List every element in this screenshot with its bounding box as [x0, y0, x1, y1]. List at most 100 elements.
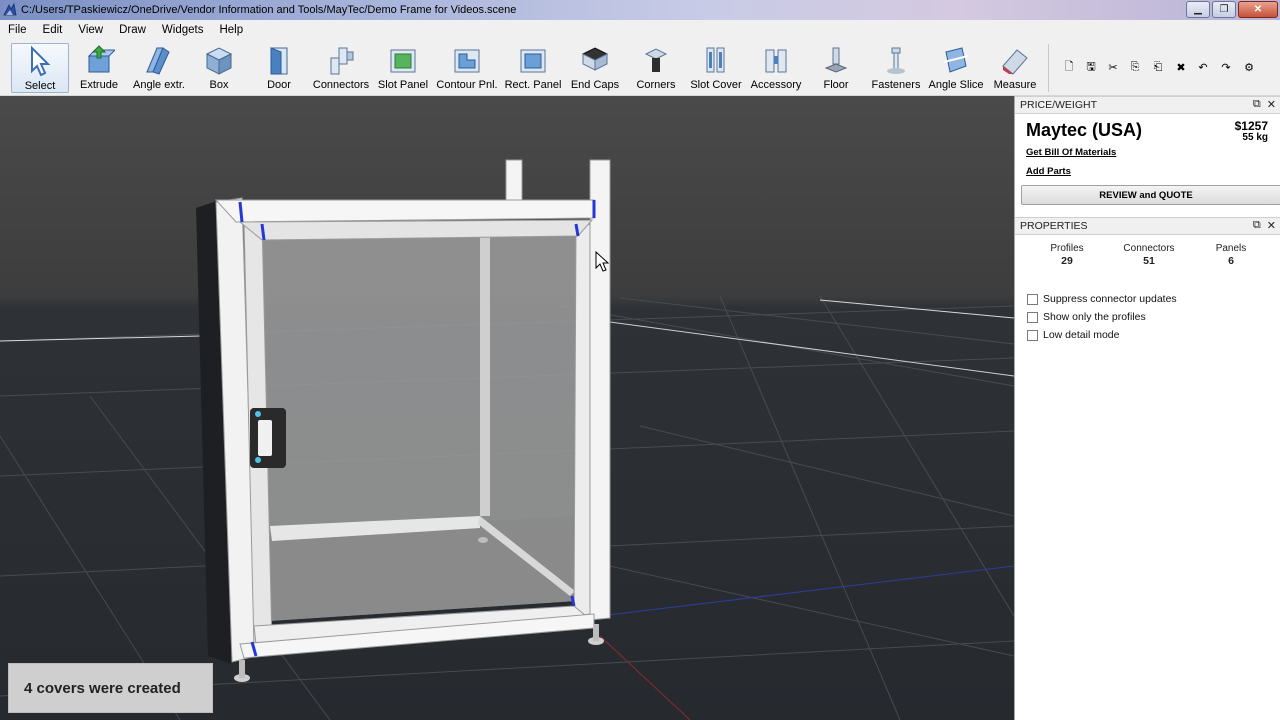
tool-floor[interactable]: Floor [816, 43, 856, 93]
save-icon: 🖫 [1086, 60, 1096, 73]
title-bar: C:/Users/TPaskiewicz/OneDrive/Vendor Inf… [0, 0, 1280, 20]
close-button[interactable]: ✕ [1238, 1, 1278, 18]
tool-contour-panel[interactable]: Contour Pnl. [436, 43, 498, 93]
option-suppress-connector-updates[interactable]: Suppress connector updates [1027, 293, 1177, 305]
slot-cover-icon [699, 43, 733, 77]
checkbox[interactable] [1027, 311, 1038, 323]
tool-door[interactable]: Door [256, 43, 302, 93]
angle-extrude-icon [142, 43, 176, 77]
stat-value: 29 [1061, 255, 1073, 267]
tool-rect-panel[interactable]: Rect. Panel [504, 43, 562, 93]
paste-button[interactable]: ⎗ [1149, 58, 1167, 76]
delete-icon: ✖ [1176, 61, 1186, 74]
tool-label: Contour Pnl. [436, 79, 498, 91]
review-and-quote-button[interactable]: REVIEW and QUOTE [1021, 185, 1280, 205]
tool-label: Box [209, 79, 229, 91]
checkbox[interactable] [1027, 293, 1038, 305]
cut-button[interactable]: ✂ [1104, 58, 1122, 76]
corners-icon [639, 43, 673, 77]
stat-label: Profiles [1050, 243, 1084, 254]
tool-slot-cover[interactable]: Slot Cover [690, 43, 742, 93]
redo-button[interactable]: ↷ [1217, 58, 1235, 76]
tool-label: Extrude [80, 79, 118, 91]
bill-of-materials-link[interactable]: Get Bill Of Materials [1026, 147, 1116, 158]
menu-view[interactable]: View [70, 20, 111, 40]
tool-angle-slice[interactable]: Angle Slice [928, 43, 984, 93]
option-show-only-profiles[interactable]: Show only the profiles [1027, 311, 1146, 323]
cut-icon: ✂ [1108, 61, 1118, 74]
menu-draw[interactable]: Draw [111, 20, 154, 40]
window-controls: ▁ ❐ ✕ [1186, 1, 1278, 18]
right-panel: PRICE/WEIGHT ⧉ ✕ Maytec (USA) $1257 55 k… [1014, 96, 1280, 720]
tool-label: Floor [823, 79, 849, 91]
tool-label: Measure [993, 79, 1037, 91]
tool-label: Slot Panel [377, 79, 429, 91]
close-panel-icon[interactable]: ✕ [1267, 219, 1276, 232]
toolbar: Select Extrude Angle extr. Box Door Conn… [0, 40, 1280, 96]
stat-value: 6 [1228, 255, 1234, 267]
minimize-button[interactable]: ▁ [1186, 1, 1210, 18]
tool-accessory[interactable]: Accessory [750, 43, 802, 93]
tool-box[interactable]: Box [197, 43, 241, 93]
tool-angle-extrude[interactable]: Angle extr. [132, 43, 186, 93]
aluminum-frame [196, 159, 611, 682]
undo-button[interactable]: ↶ [1194, 58, 1212, 76]
tool-connectors[interactable]: Connectors [313, 43, 369, 93]
tool-label: Accessory [750, 79, 802, 91]
option-label: Show only the profiles [1043, 311, 1146, 323]
total-price: $1257 [1234, 119, 1268, 133]
close-panel-icon[interactable]: ✕ [1267, 98, 1276, 111]
cursor-icon [23, 44, 57, 78]
menu-edit[interactable]: Edit [35, 20, 71, 40]
contour-panel-icon [450, 43, 484, 77]
float-panel-icon[interactable]: ⧉ [1253, 219, 1261, 232]
box-icon [202, 43, 236, 77]
new-file-button[interactable]: 🗋 [1060, 58, 1078, 76]
extrude-icon [82, 43, 116, 77]
price-weight-header: PRICE/WEIGHT ⧉ ✕ [1015, 96, 1280, 114]
checkbox[interactable] [1027, 329, 1038, 341]
tool-label: Angle extr. [133, 79, 185, 91]
properties-panel: Profiles 29 Connectors 51 Panels 6 Suppr… [1015, 235, 1280, 705]
properties-header: PROPERTIES ⧉ ✕ [1015, 217, 1280, 235]
tool-slot-panel[interactable]: Slot Panel [378, 43, 428, 93]
tool-fasteners[interactable]: Fasteners [871, 43, 921, 93]
menu-file[interactable]: File [0, 20, 35, 40]
add-parts-link[interactable]: Add Parts [1026, 166, 1071, 177]
settings-button[interactable]: ⚙ [1240, 58, 1258, 76]
option-label: Suppress connector updates [1043, 293, 1177, 305]
menu-bar: File Edit View Draw Widgets Help [0, 20, 1280, 40]
paste-icon: ⎗ [1153, 60, 1163, 73]
scene-render [0, 159, 1014, 720]
float-panel-icon[interactable]: ⧉ [1253, 98, 1261, 111]
rect-panel-icon [516, 43, 550, 77]
vendor-name: Maytec (USA) [1026, 120, 1143, 140]
fasteners-icon [879, 43, 913, 77]
tool-select[interactable]: Select [11, 43, 69, 93]
settings-icon: ⚙ [1244, 61, 1254, 74]
accessory-icon [759, 43, 793, 77]
undo-icon: ↶ [1198, 61, 1208, 74]
angle-slice-icon [939, 43, 973, 77]
delete-button[interactable]: ✖ [1172, 58, 1190, 76]
option-low-detail-mode[interactable]: Low detail mode [1027, 329, 1119, 341]
maximize-button[interactable]: ❐ [1212, 1, 1236, 18]
3d-viewport[interactable]: 4 covers were created [0, 96, 1014, 720]
tool-measure[interactable]: Measure [992, 43, 1038, 93]
copy-button[interactable]: ⎘ [1126, 58, 1144, 76]
stat-value: 51 [1143, 255, 1155, 267]
toolbar-separator [1048, 44, 1049, 92]
tool-label: Connectors [312, 79, 370, 91]
tool-extrude[interactable]: Extrude [74, 43, 124, 93]
save-button[interactable]: 🖫 [1082, 58, 1100, 76]
tool-end-caps[interactable]: End Caps [571, 43, 619, 93]
stat-connectors: Connectors 51 [1121, 243, 1177, 267]
floor-icon [819, 43, 853, 77]
tool-label: Door [267, 79, 291, 91]
tool-corners[interactable]: Corners [634, 43, 678, 93]
redo-icon: ↷ [1221, 61, 1231, 74]
menu-widgets[interactable]: Widgets [154, 20, 212, 40]
menu-help[interactable]: Help [211, 20, 251, 40]
app-icon [3, 3, 17, 16]
measure-icon [998, 43, 1032, 77]
